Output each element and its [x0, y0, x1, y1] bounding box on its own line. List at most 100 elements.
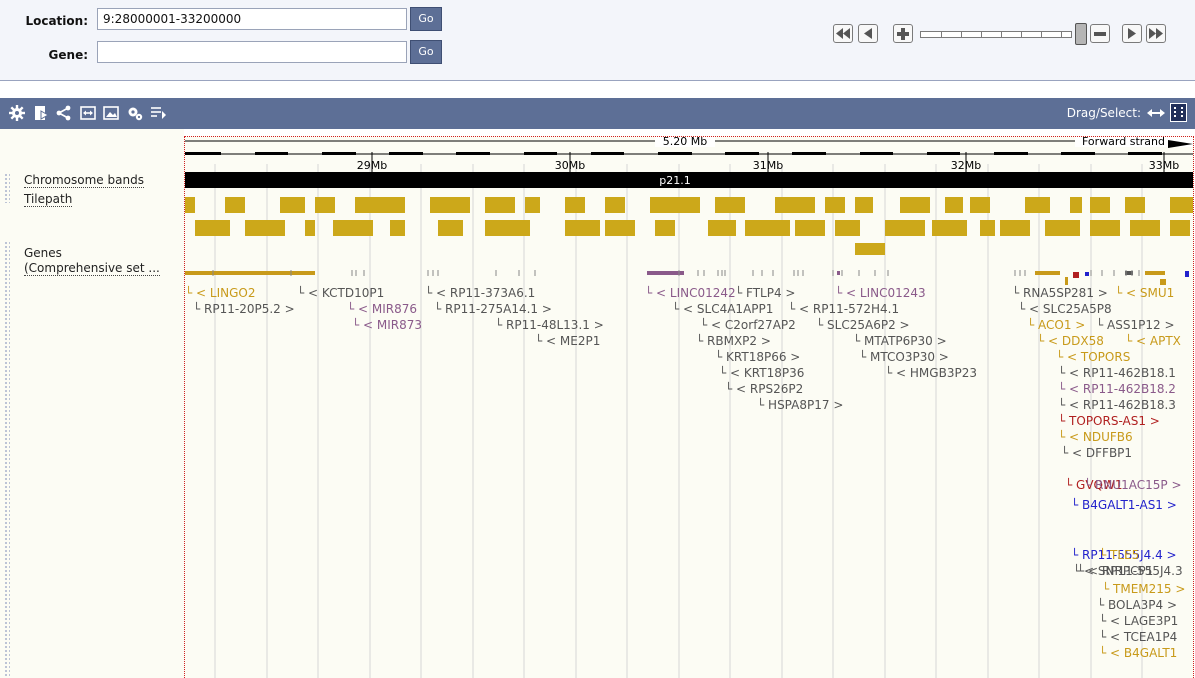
- tilepath-clone[interactable]: [1025, 197, 1050, 213]
- tilepath-clone[interactable]: [333, 220, 373, 236]
- zoom-slider-handle[interactable]: [1075, 23, 1087, 45]
- gene-label[interactable]: └ BOLA3P4 >: [1097, 597, 1177, 612]
- tilepath-label[interactable]: Tilepath: [24, 193, 73, 207]
- tilepath-clone[interactable]: [485, 197, 515, 213]
- gene-model[interactable]: [647, 271, 684, 275]
- gene-label[interactable]: └ RNA5SP281 >: [1012, 285, 1108, 300]
- tilepath-clone[interactable]: [855, 243, 885, 255]
- tilepath-clone[interactable]: [280, 197, 305, 213]
- gene-label[interactable]: └ < RP11-462B18.1: [1058, 365, 1176, 380]
- export-icon[interactable]: [33, 105, 49, 121]
- gene-label[interactable]: └ < APTX: [1125, 333, 1181, 348]
- tilepath-clone[interactable]: [945, 197, 963, 213]
- tilepath-clone[interactable]: [1125, 197, 1145, 213]
- gene-label[interactable]: └ < SLC4A1APP1: [672, 301, 773, 316]
- jump-forward-button[interactable]: [1146, 24, 1166, 43]
- tilepath-clone[interactable]: [605, 220, 635, 236]
- tilepath-clone[interactable]: [970, 197, 990, 213]
- gene-label[interactable]: └ < LINGO2: [185, 285, 256, 300]
- gene-label[interactable]: └ < DDX58: [1037, 333, 1104, 348]
- gene-label[interactable]: └ < RP11-462B18.3: [1058, 397, 1176, 412]
- gene-model[interactable]: [1145, 271, 1165, 275]
- gene-label[interactable]: └ < ME2P1: [535, 333, 600, 348]
- tilepath-clone[interactable]: [565, 197, 585, 213]
- tilepath-clone[interactable]: [485, 220, 530, 236]
- gene-label[interactable]: └ SLC25A6P2 >: [816, 317, 910, 332]
- step-forward-button[interactable]: [1122, 24, 1142, 43]
- resize-icon[interactable]: [80, 105, 96, 121]
- tilepath-clone[interactable]: [708, 220, 736, 236]
- gene-label[interactable]: └ HSPA8P17 >: [757, 397, 843, 412]
- zoom-in-button[interactable]: [893, 24, 913, 43]
- tilepath-clone[interactable]: [1090, 220, 1120, 236]
- gene-model[interactable]: [1065, 277, 1068, 285]
- image-export-icon[interactable]: [103, 105, 119, 121]
- tilepath-clone[interactable]: [225, 197, 245, 213]
- reorder-tracks-icon[interactable]: [150, 105, 166, 121]
- tilepath-clone[interactable]: [745, 220, 790, 236]
- tilepath-clone[interactable]: [650, 197, 700, 213]
- tilepath-clone[interactable]: [1000, 220, 1030, 236]
- jump-back-button[interactable]: [833, 24, 853, 43]
- share-icon[interactable]: [56, 105, 72, 121]
- gene-label[interactable]: └ < RPS26P2: [725, 381, 803, 396]
- tilepath-clone[interactable]: [1130, 220, 1160, 236]
- gene-label[interactable]: └ FTLP4 >: [735, 285, 796, 300]
- tilepath-clone[interactable]: [185, 197, 195, 213]
- tilepath-clone[interactable]: [1170, 220, 1190, 236]
- chromosome-bands-label[interactable]: Chromosome bands: [24, 174, 144, 188]
- tilepath-clone[interactable]: [1090, 197, 1110, 213]
- tilepath-clone[interactable]: [565, 220, 600, 236]
- gene-label[interactable]: └ MTCO3P30 >: [859, 349, 949, 364]
- gene-go-button[interactable]: Go: [410, 40, 442, 64]
- tilepath-clone[interactable]: [390, 220, 405, 236]
- location-go-button[interactable]: Go: [410, 7, 442, 31]
- tilepath-clone[interactable]: [1070, 197, 1082, 213]
- gene-label[interactable]: └ TMEM215 >: [1102, 581, 1185, 596]
- gene-label[interactable]: └ < LAGE3P1: [1099, 613, 1178, 628]
- gene-label[interactable]: └ RBMXP2 >: [696, 333, 771, 348]
- genes-comprehensive-label[interactable]: (Comprehensive set ...: [24, 262, 160, 276]
- gene-label[interactable]: └ < SMU1: [1115, 285, 1174, 300]
- gene-label[interactable]: └ < KRT18P36: [719, 365, 804, 380]
- tilepath-clone[interactable]: [825, 197, 845, 213]
- gene-input[interactable]: [97, 41, 407, 63]
- genome-tracks-canvas[interactable]: 5.20 Mb Forward strand 29Mb 30Mb 31Mb 32Mb 33M…: [185, 137, 1194, 678]
- track-drag-handle[interactable]: [4, 241, 10, 678]
- gene-label[interactable]: └ < LINC01242: [645, 285, 736, 300]
- gene-label[interactable]: └ < B4GALT1: [1099, 645, 1177, 660]
- gene-model[interactable]: [1035, 271, 1060, 275]
- gene-label[interactable]: └ RP11-20P5.2 >: [193, 301, 295, 316]
- gene-label[interactable]: └ < TCEA1P4: [1099, 629, 1177, 644]
- gene-label[interactable]: └ < C2orf27AP2: [700, 317, 796, 332]
- gene-label[interactable]: └ TLE5: [1099, 547, 1139, 562]
- gene-label[interactable]: └ KRT18P66 >: [715, 349, 800, 364]
- location-input[interactable]: [97, 8, 407, 30]
- gene-label[interactable]: └ B4GALT1-AS1 >: [1071, 497, 1177, 512]
- gene-label[interactable]: └ < RP11-572H4.1: [788, 301, 899, 316]
- genome-browser-panel[interactable]: 5.20 Mb Forward strand 29Mb 30Mb 31Mb 32Mb 33M…: [184, 136, 1194, 678]
- gene-label[interactable]: └ < LINC01243: [835, 285, 926, 300]
- tilepath-clone[interactable]: [245, 220, 285, 236]
- gene-label[interactable]: └ < RP11-555J4.3: [1077, 563, 1183, 578]
- gene-label[interactable]: └ < RP11-373A6.1: [425, 285, 535, 300]
- tilepath-clone[interactable]: [1170, 197, 1194, 213]
- gene-label[interactable]: └ < TOPORS: [1056, 349, 1130, 364]
- gene-label[interactable]: └ RP11-48L13.1 >: [495, 317, 604, 332]
- tilepath-clone[interactable]: [980, 220, 995, 236]
- gene-label[interactable]: └ < DFFBP1: [1061, 445, 1132, 460]
- tilepath-clone[interactable]: [900, 197, 930, 213]
- gene-label[interactable]: └ < MIR873: [352, 317, 422, 332]
- settings-icon[interactable]: [9, 105, 25, 121]
- reset-tracks-icon[interactable]: [127, 105, 143, 121]
- tilepath-clone[interactable]: [355, 197, 405, 213]
- step-back-button[interactable]: [858, 24, 878, 43]
- gene-label[interactable]: └ MTATP6P30 >: [853, 333, 947, 348]
- tilepath-clone[interactable]: [315, 197, 335, 213]
- gene-model[interactable]: [1160, 279, 1166, 285]
- tilepath-clone[interactable]: [430, 197, 470, 213]
- select-mode-icon[interactable]: [1170, 103, 1187, 122]
- gene-label[interactable]: └ RP11-275A14.1 >: [434, 301, 552, 316]
- gene-model[interactable]: [1073, 272, 1079, 278]
- tilepath-clone[interactable]: [605, 197, 625, 213]
